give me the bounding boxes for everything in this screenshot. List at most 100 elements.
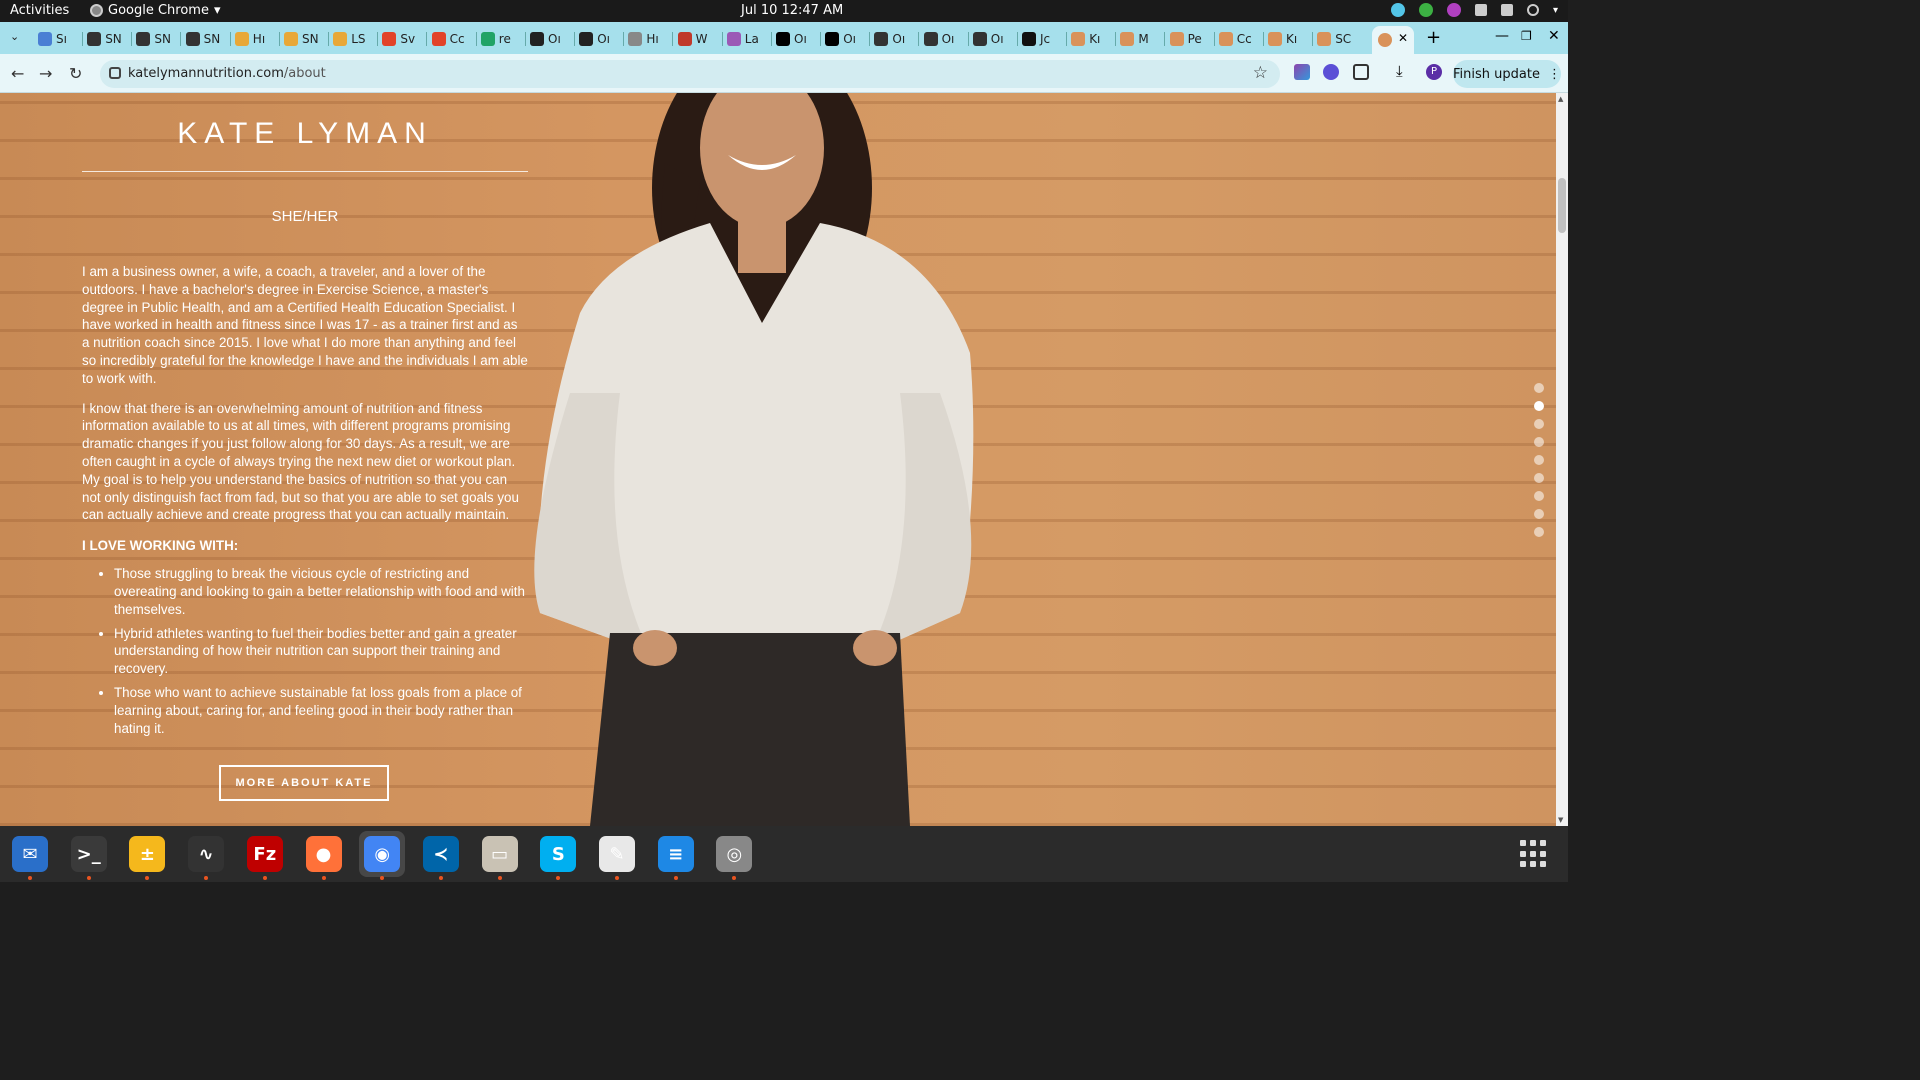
dock-disks[interactable]: ◎ [711, 831, 757, 880]
dock-system-monitor[interactable]: ∿ [183, 831, 229, 880]
tab[interactable]: SN [284, 28, 319, 50]
dock-document-viewer[interactable]: ≡ [653, 831, 699, 880]
new-tab-button[interactable]: + [1426, 27, 1441, 48]
forward-icon[interactable]: → [39, 64, 52, 83]
tab-label: LS [351, 32, 366, 46]
section-dot[interactable] [1534, 455, 1544, 465]
section-dot[interactable] [1534, 509, 1544, 519]
tab[interactable]: Sı [38, 28, 67, 50]
tab[interactable]: M [1120, 28, 1149, 50]
tab[interactable]: Hı [628, 28, 659, 50]
tab[interactable]: Oı [972, 28, 1004, 50]
sync-icon[interactable] [1390, 3, 1405, 17]
section-dot[interactable] [1534, 491, 1544, 501]
color-picker-icon[interactable] [1446, 3, 1461, 17]
bookmark-star-icon[interactable]: ☆ [1253, 63, 1268, 83]
gear-extension-icon[interactable] [1323, 64, 1339, 80]
minimize-icon[interactable]: — [1495, 28, 1509, 44]
network-icon[interactable] [1474, 4, 1487, 16]
tab[interactable]: Cc [1218, 28, 1252, 50]
tab[interactable]: Cc [431, 28, 465, 50]
favicon-icon [284, 32, 298, 46]
dock-skype[interactable]: S [535, 831, 581, 880]
power-icon[interactable] [1526, 4, 1539, 16]
tab[interactable]: SN [185, 28, 220, 50]
tab-separator [820, 32, 821, 46]
favicon-icon [923, 32, 938, 46]
tab[interactable]: La [726, 28, 759, 50]
dock-vscode[interactable]: ≺ [418, 831, 464, 880]
tab[interactable]: Oı [579, 28, 610, 50]
activities-button[interactable]: Activities [10, 3, 69, 18]
scroll-thumb[interactable] [1558, 178, 1566, 233]
back-icon[interactable]: ← [11, 64, 24, 83]
system-tray[interactable]: ▾ [1390, 3, 1558, 17]
more-menu-icon[interactable]: ⋮ [1548, 67, 1561, 82]
section-dot[interactable] [1534, 383, 1544, 393]
address-bar[interactable]: katelymannutrition.com/about ☆ [100, 60, 1280, 88]
dock-firefox[interactable]: ● [301, 831, 347, 880]
ubuntu-dock: ✉ >_ ± ∿ Fz ● ◉ ≺ ▭ S ✎ ≡ ◎ [0, 826, 1568, 882]
close-window-icon[interactable]: ✕ [1548, 28, 1560, 44]
site-info-icon[interactable] [109, 67, 121, 79]
tab[interactable]: Kı [1268, 28, 1297, 50]
tab[interactable]: re [480, 28, 511, 50]
tab[interactable]: W [677, 28, 707, 50]
reload-icon[interactable]: ↻ [69, 64, 82, 83]
check-icon[interactable] [1418, 3, 1433, 17]
restore-icon[interactable]: ❐ [1521, 29, 1532, 43]
page-scrollbar[interactable]: ▲ ▼ [1556, 93, 1568, 826]
section-dot[interactable] [1534, 473, 1544, 483]
tab[interactable]: Oı [923, 28, 954, 50]
section-dot[interactable] [1534, 527, 1544, 537]
show-apps-icon[interactable] [1520, 840, 1548, 868]
scroll-up-icon[interactable]: ▲ [1558, 95, 1563, 103]
dock-chrome[interactable]: ◉ [359, 831, 406, 880]
pen-extension-icon[interactable] [1294, 64, 1310, 80]
system-monitor-icon: ∿ [188, 836, 225, 872]
dock-text-editor[interactable]: ✎ [594, 831, 640, 880]
dock-thunderbird[interactable]: ✉ [7, 831, 53, 880]
extensions-puzzle-icon[interactable] [1353, 64, 1369, 80]
clock[interactable]: Jul 10 12:47 AM [741, 3, 843, 18]
tab-active[interactable]: ✕ [1372, 26, 1414, 54]
dock-terminal[interactable]: >_ [66, 831, 112, 880]
section-dot[interactable] [1534, 437, 1544, 447]
scroll-down-icon[interactable]: ▼ [1558, 816, 1563, 824]
section-dot[interactable] [1534, 401, 1544, 411]
tab[interactable]: LS [333, 28, 366, 50]
tab-separator [770, 32, 772, 46]
tab[interactable]: Jc [1022, 28, 1050, 50]
tab[interactable]: SN [87, 28, 122, 50]
filezilla-icon: Fz [246, 836, 283, 872]
dock-filezilla[interactable]: Fz [242, 831, 288, 880]
tab[interactable]: Oı [874, 28, 905, 50]
tab[interactable]: Sv [382, 28, 415, 50]
tab-search-icon[interactable]: ⌄ [10, 30, 19, 43]
finish-update-button[interactable]: Finish update ⋮ [1453, 60, 1561, 88]
url-text[interactable]: katelymannutrition.com/about [128, 66, 326, 81]
profile-avatar[interactable]: P [1426, 64, 1442, 80]
tab[interactable]: Oı [776, 28, 807, 50]
section-dot[interactable] [1534, 419, 1544, 429]
close-tab-icon[interactable]: ✕ [1398, 31, 1408, 45]
app-menu[interactable]: Google Chrome ▾ [90, 3, 221, 18]
tab-separator [1066, 32, 1067, 46]
tab[interactable]: Oı [530, 28, 561, 50]
tab[interactable]: Oı [825, 28, 856, 50]
volume-icon[interactable] [1500, 4, 1513, 16]
tab-label: Hı [252, 32, 266, 46]
site-title[interactable]: KATE LYMAN [82, 117, 528, 151]
terminal-icon: >_ [70, 836, 107, 872]
tab[interactable]: SC [1317, 28, 1351, 50]
tab[interactable]: Pe [1169, 28, 1202, 50]
tab[interactable]: SN [136, 28, 171, 50]
more-about-kate-button[interactable]: MORE ABOUT KATE [219, 765, 389, 802]
tab[interactable]: Kı [1071, 28, 1100, 50]
tab[interactable]: Hı [234, 28, 266, 50]
chevron-down-icon[interactable]: ▾ [1553, 5, 1558, 16]
tab-separator [278, 32, 280, 46]
dock-calculator[interactable]: ± [124, 831, 170, 880]
dock-files[interactable]: ▭ [477, 831, 523, 880]
download-icon[interactable]: ⤓ [1396, 62, 1412, 80]
